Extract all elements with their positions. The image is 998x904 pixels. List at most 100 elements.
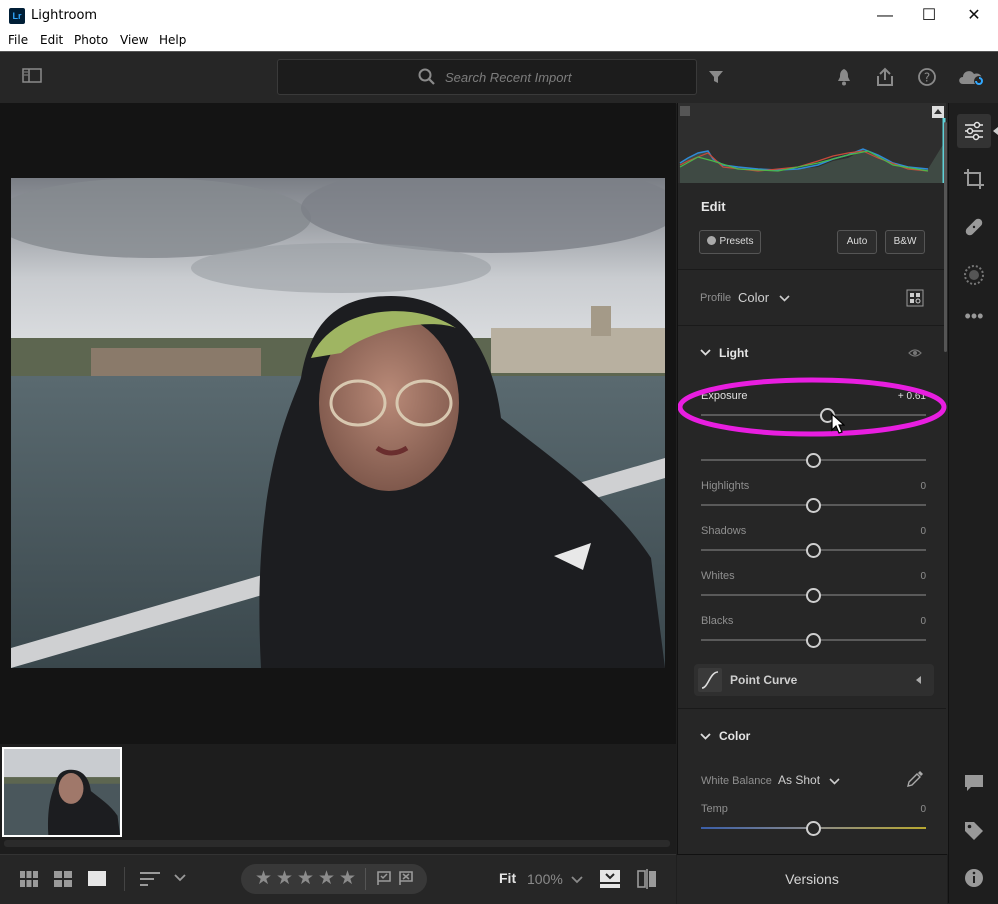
divider [365,868,366,890]
bw-button[interactable]: B&W [885,230,925,254]
chevron-down-icon[interactable] [571,876,583,884]
before-after-icon[interactable] [637,869,657,889]
chevron-down-icon[interactable] [700,733,711,740]
blacks-value[interactable]: 0 [886,616,926,627]
highlights-slider-knob[interactable] [806,498,821,513]
profile-label: Profile [700,292,732,304]
temp-value[interactable]: 0 [886,804,926,815]
fit-zoom-button[interactable]: Fit [499,870,516,886]
auto-button[interactable]: Auto [837,230,877,254]
title-bar: Lr Lightroom — ☐ ✕ [0,0,998,31]
more-options-icon[interactable]: ••• [962,304,986,328]
scroll-up-arrow-icon[interactable] [932,106,944,118]
menu-edit[interactable]: Edit [40,33,63,47]
sort-icon[interactable] [140,871,160,887]
divider [678,325,946,326]
tool-strip: ••• [948,103,998,903]
shadows-value[interactable]: 0 [886,526,926,537]
whites-value[interactable]: 0 [886,571,926,582]
temp-label: Temp [701,803,728,815]
pick-flag-icon[interactable] [377,871,391,886]
top-toolbar: Search Recent Import ? [0,51,998,104]
svg-text:?: ? [924,71,930,85]
eye-icon[interactable] [908,348,922,358]
tag-icon[interactable] [962,819,986,843]
clipping-indicator[interactable] [680,106,690,116]
bottom-toolbar: ★ ★ ★ ★ ★ Fit 100% [0,854,676,904]
cloud-sync-icon[interactable] [957,66,987,88]
edit-panel: Edit Presets Auto B&W Profile Color Ligh… [677,103,948,854]
whites-label: Whites [701,570,735,582]
contrast-slider-knob[interactable] [806,453,821,468]
filmstrip-scrollbar[interactable] [4,840,670,847]
masking-icon[interactable] [962,263,986,287]
white-balance-label: White Balance [701,775,772,787]
star-rating-icon[interactable]: ★ [276,867,293,890]
highlights-value[interactable]: 0 [886,481,926,492]
detail-view-icon[interactable] [88,871,106,886]
search-box[interactable]: Search Recent Import [277,59,697,95]
divider [678,708,946,709]
highlights-label: Highlights [701,480,750,492]
menu-file[interactable]: File [8,33,28,47]
grid-view-icon[interactable] [20,871,38,887]
filter-icon[interactable] [708,69,724,85]
notifications-bell-icon[interactable] [836,68,852,86]
chevron-down-icon[interactable] [174,874,186,882]
menu-help[interactable]: Help [159,33,186,47]
chevron-down-icon[interactable] [779,295,790,302]
healing-bandage-icon[interactable] [962,215,986,239]
menu-view[interactable]: View [120,33,148,47]
versions-button[interactable]: Versions [677,854,947,904]
blacks-label: Blacks [701,615,734,627]
shadows-slider-knob[interactable] [806,543,821,558]
eyedropper-icon[interactable] [906,770,924,788]
main-photo[interactable] [11,178,665,668]
star-rating-icon[interactable]: ★ [297,867,314,890]
minimize-button[interactable]: — [862,0,908,31]
edit-title: Edit [701,199,726,214]
filmstrip-toggle-icon[interactable] [600,870,620,888]
profile-select[interactable]: Color [738,290,769,305]
edit-sliders-icon[interactable] [962,119,986,143]
square-grid-view-icon[interactable] [54,871,72,887]
color-section-header[interactable]: Color [719,729,750,743]
whites-slider-knob[interactable] [806,588,821,603]
histogram [678,103,946,183]
menu-photo[interactable]: Photo [74,33,108,47]
crop-icon[interactable] [962,167,986,191]
profile-browser-icon[interactable] [906,289,924,307]
histogram-graph [679,106,946,183]
chevron-down-icon[interactable] [700,349,711,356]
light-section-header[interactable]: Light [719,346,748,360]
star-rating-icon[interactable]: ★ [318,867,335,890]
share-icon[interactable] [875,67,895,87]
search-icon [418,68,435,85]
photo-thumbnail[interactable] [2,747,122,837]
temp-slider-knob[interactable] [806,821,821,836]
presets-label: Presets [719,236,754,247]
lightroom-app-icon: Lr [9,8,25,24]
panel-scrollbar[interactable] [944,122,947,352]
close-button[interactable]: ✕ [951,0,997,31]
mouse-cursor-icon [831,413,845,434]
help-icon[interactable]: ? [917,67,937,87]
zoom-level-select[interactable]: 100% [527,871,563,887]
maximize-button[interactable]: ☐ [906,0,952,31]
presets-icon [706,236,716,245]
comments-icon[interactable] [962,771,986,795]
blacks-slider-knob[interactable] [806,633,821,648]
active-tool-indicator [993,127,998,135]
info-icon[interactable] [962,866,986,890]
star-rating-icon[interactable]: ★ [339,867,356,890]
window-title: Lightroom [31,8,98,23]
panel-toggle-icon[interactable] [22,68,42,84]
reject-flag-icon[interactable] [399,871,413,886]
star-rating-icon[interactable]: ★ [255,867,272,890]
presets-button[interactable]: Presets [699,230,761,254]
search-input[interactable]: Search Recent Import [445,70,571,85]
chevron-down-icon[interactable] [829,778,840,785]
point-curve-row[interactable]: Point Curve [694,664,934,696]
white-balance-select[interactable]: As Shot [778,773,820,787]
rating-flag-bar: ★ ★ ★ ★ ★ [241,864,427,894]
